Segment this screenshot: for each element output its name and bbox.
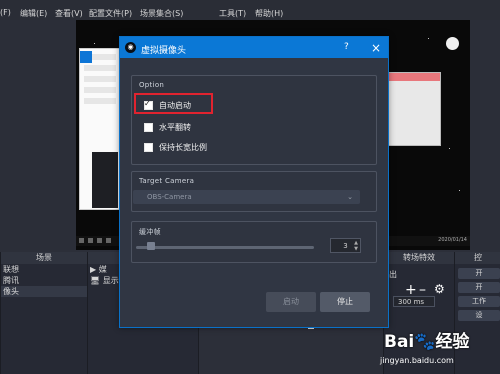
menu-tools[interactable]: 工具(T)	[219, 8, 246, 19]
moon-icon	[446, 37, 459, 50]
paw-icon: 🐾	[414, 332, 436, 352]
ratio-checkbox-row[interactable]: 保持长宽比例	[144, 142, 207, 153]
spinbox-arrows-icon[interactable]: ▲ ▼	[354, 240, 358, 252]
buffer-slider-handle[interactable]	[147, 242, 155, 250]
preview-row	[84, 76, 116, 82]
dialog-title: 虚拟摄像头	[141, 46, 187, 56]
flip-label: 水平翻转	[159, 123, 191, 132]
buffer-value: 3	[343, 242, 348, 250]
help-icon[interactable]: ?	[344, 42, 349, 52]
menu-edit[interactable]: 编辑(E)	[20, 8, 47, 19]
baidu-url: jingyan.baidu.com	[380, 356, 454, 365]
close-icon[interactable]: ×	[371, 41, 381, 55]
star	[428, 38, 429, 39]
checkbox-icon[interactable]	[144, 123, 153, 132]
dialog-title-bar: ◉ 虚拟摄像头 ? ×	[120, 37, 388, 58]
control-button[interactable]: 设	[458, 310, 500, 321]
scenes-panel: 场景 联想 腾讯 像头	[0, 252, 88, 374]
star	[449, 148, 450, 149]
scene-item[interactable]: 腾讯	[1, 275, 87, 286]
buffer-slider[interactable]	[136, 246, 314, 249]
preview-dark-block	[92, 152, 118, 208]
menu-scenes[interactable]: 场景集合(S)	[140, 8, 183, 19]
taskbar-icon	[88, 238, 93, 243]
buffer-spinbox[interactable]: 3 ▲ ▼	[330, 238, 361, 253]
preview-row	[84, 98, 116, 104]
control-button[interactable]: 开	[458, 268, 500, 279]
auto-start-label: 自动启动	[159, 101, 191, 110]
transition-label: 出	[389, 270, 397, 279]
obs-logo-icon: ◉	[125, 42, 136, 53]
preview-row	[84, 87, 116, 93]
buffer-title: 缓冲帧	[139, 228, 161, 236]
start-button[interactable]: 启动	[266, 292, 316, 312]
menu-profile[interactable]: 配置文件(P)	[89, 8, 132, 19]
chevron-down-icon: ⌄	[347, 193, 353, 201]
preview-icon	[80, 51, 92, 63]
controls-title: 控	[455, 252, 500, 264]
menu-help[interactable]: 帮助(H)	[255, 8, 283, 19]
transition-duration-input[interactable]: 300 ms	[393, 296, 435, 307]
taskbar-icon	[106, 238, 111, 243]
baidu-watermark: Bai🐾经验	[384, 332, 470, 352]
target-camera-value: OBS-Camera	[147, 193, 192, 201]
virtual-camera-dialog: ◉ 虚拟摄像头 ? × Option 自动启动 水平翻转 保持长宽比例 Targ…	[119, 36, 389, 328]
preview-row	[84, 65, 116, 71]
scene-item[interactable]: 联想	[1, 264, 87, 275]
gear-icon[interactable]: ⚙	[434, 282, 445, 296]
transition-title: 转场特效	[384, 252, 454, 264]
taskbar-clock: 2020/01/14	[438, 237, 467, 243]
control-button[interactable]: 工作	[458, 296, 500, 307]
target-camera-select[interactable]: OBS-Camera ⌄	[133, 190, 360, 204]
checkbox-icon[interactable]	[144, 143, 153, 152]
taskbar-icon	[97, 238, 102, 243]
menu-view[interactable]: 查看(V)	[55, 8, 83, 19]
menubar: (F) 编辑(E) 查看(V) 配置文件(P) 场景集合(S) 工具(T) 帮助…	[0, 0, 500, 20]
option-group-title: Option	[139, 81, 165, 89]
preview-app-panel	[79, 48, 121, 210]
target-camera-title: Target Camera	[139, 177, 195, 185]
stop-button[interactable]: 停止	[320, 292, 370, 312]
star	[94, 43, 95, 44]
auto-start-checkbox-row[interactable]: 自动启动	[144, 99, 191, 111]
preview-window-bar	[388, 73, 440, 81]
ratio-label: 保持长宽比例	[159, 143, 207, 152]
taskbar-icon	[79, 238, 84, 243]
menu-file[interactable]: (F)	[0, 8, 11, 17]
scene-item[interactable]: 像头	[1, 286, 87, 297]
star	[459, 190, 460, 191]
preview-window	[387, 72, 441, 146]
control-button[interactable]: 开	[458, 282, 500, 293]
checkbox-checked-icon[interactable]	[144, 99, 153, 110]
flip-checkbox-row[interactable]: 水平翻转	[144, 122, 191, 133]
scenes-title: 场景	[1, 252, 87, 264]
